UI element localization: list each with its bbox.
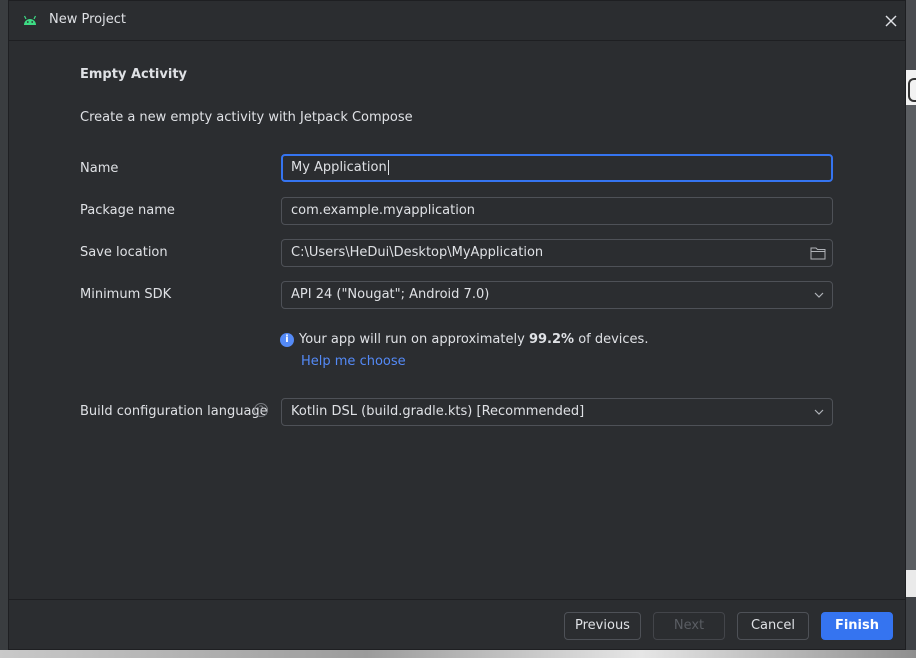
folder-icon[interactable] [810, 246, 826, 260]
help-me-choose-link[interactable]: Help me choose [301, 354, 406, 369]
background-desktop-strip [0, 650, 916, 658]
chevron-down-icon [814, 409, 824, 415]
chevron-down-icon [814, 292, 824, 298]
question-icon[interactable]: ? [254, 403, 268, 417]
minimum-sdk-select[interactable]: API 24 ("Nougat"; Android 7.0) [281, 281, 833, 309]
coverage-percent: 99.2% [528, 332, 575, 347]
build-language-value: Kotlin DSL (build.gradle.kts) [Recommend… [291, 404, 585, 419]
info-icon: i [280, 333, 294, 347]
template-description: Create a new empty activity with Jetpack… [80, 110, 413, 125]
dialog-footer: Previous Next Cancel Finish [9, 599, 905, 649]
minimum-sdk-value: API 24 ("Nougat"; Android 7.0) [291, 287, 490, 302]
form-content: Empty Activity Create a new empty activi… [9, 41, 905, 599]
next-button[interactable]: Next [653, 612, 725, 640]
dialog-title: New Project [49, 12, 126, 27]
device-coverage-text: Your app will run on approximately 99.2%… [299, 332, 648, 347]
coverage-prefix: Your app will run on approximately [299, 332, 525, 347]
save-location-value: C:\Users\HeDui\Desktop\MyApplication [291, 245, 544, 260]
new-project-dialog: New Project Empty Activity Create a new … [8, 0, 906, 650]
title-bar: New Project [9, 1, 905, 41]
android-icon [23, 15, 37, 25]
close-icon[interactable] [881, 11, 901, 31]
background-window-edge [906, 0, 916, 658]
build-language-label: Build configuration language [80, 404, 268, 419]
package-name-input[interactable]: com.example.myapplication [281, 197, 833, 225]
cancel-button[interactable]: Cancel [737, 612, 809, 640]
build-language-select[interactable]: Kotlin DSL (build.gradle.kts) [Recommend… [281, 398, 833, 426]
finish-button[interactable]: Finish [821, 612, 893, 640]
save-location-input[interactable]: C:\Users\HeDui\Desktop\MyApplication [281, 239, 833, 267]
package-name-value: com.example.myapplication [291, 203, 476, 218]
name-value: My Application [291, 160, 387, 175]
minimum-sdk-label: Minimum SDK [80, 287, 172, 302]
name-label: Name [80, 161, 119, 176]
text-caret [387, 160, 389, 175]
coverage-suffix: of devices. [578, 332, 649, 347]
template-heading: Empty Activity [80, 67, 188, 82]
save-location-label: Save location [80, 245, 168, 260]
name-input[interactable]: My Application [281, 154, 833, 182]
package-name-label: Package name [80, 203, 175, 218]
previous-button[interactable]: Previous [564, 612, 641, 640]
